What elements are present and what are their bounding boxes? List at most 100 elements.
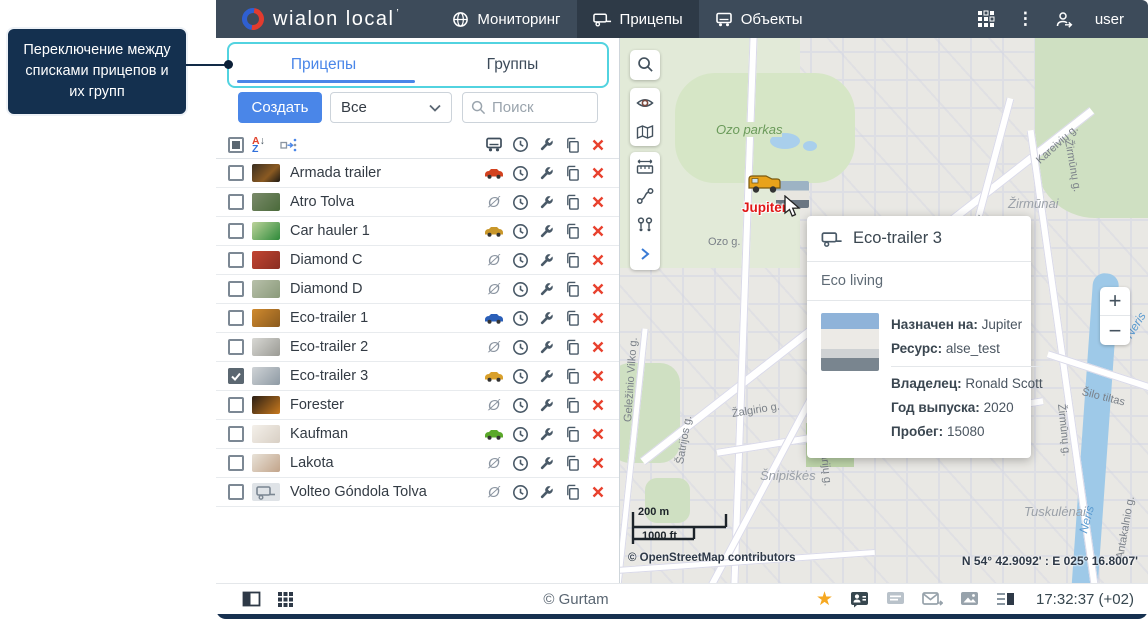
trailer-name[interactable]: Eco-trailer 1	[290, 310, 481, 326]
zoom-out-button[interactable]: −	[1100, 316, 1130, 345]
nav-units[interactable]: Объекты	[699, 0, 819, 38]
trailer-row[interactable]: Eco-trailer 3	[216, 362, 619, 391]
row-checkbox[interactable]	[228, 426, 244, 442]
delete-icon[interactable]	[585, 283, 611, 295]
column-properties-icon[interactable]	[533, 137, 559, 152]
properties-icon[interactable]	[533, 166, 559, 181]
copy-icon[interactable]	[559, 165, 585, 181]
map[interactable]: Ozo parkasOzo g.Kareivių g.Kareivių g.Ve…	[620, 38, 1148, 583]
copy-icon[interactable]	[559, 368, 585, 384]
row-checkbox[interactable]	[228, 484, 244, 500]
row-checkbox[interactable]	[228, 223, 244, 239]
visibility-eye-icon[interactable]	[630, 88, 660, 117]
wialon-logo[interactable]: wialon local ʼ	[216, 0, 422, 38]
properties-icon[interactable]	[533, 485, 559, 500]
row-checkbox[interactable]	[228, 194, 244, 210]
assigned-unit-icon[interactable]	[481, 369, 507, 383]
trailer-name[interactable]: Forester	[290, 397, 481, 413]
trailer-row[interactable]: Volteo Góndola Tolva Ø	[216, 478, 619, 507]
tab-groups[interactable]: Группы	[418, 44, 607, 86]
copy-icon[interactable]	[559, 455, 585, 471]
jupiter-marker-label[interactable]: Jupiter	[742, 200, 787, 215]
delete-icon[interactable]	[585, 428, 611, 440]
copy-icon[interactable]	[559, 397, 585, 413]
properties-icon[interactable]	[533, 311, 559, 326]
trailer-name[interactable]: Armada trailer	[290, 165, 481, 181]
apply-groups-icon[interactable]	[280, 137, 297, 153]
row-checkbox[interactable]	[228, 165, 244, 181]
trailer-name[interactable]: Volteo Góndola Tolva	[290, 484, 481, 500]
properties-icon[interactable]	[533, 427, 559, 442]
row-checkbox[interactable]	[228, 252, 244, 268]
username[interactable]: user	[1095, 11, 1124, 28]
nav-monitoring[interactable]: Мониторинг	[436, 0, 576, 38]
delete-icon[interactable]	[585, 370, 611, 382]
messages-icon[interactable]	[886, 591, 905, 607]
mail-icon[interactable]	[922, 591, 943, 607]
trailer-name[interactable]: Lakota	[290, 455, 481, 471]
properties-icon[interactable]	[533, 456, 559, 471]
row-checkbox[interactable]	[228, 368, 244, 384]
trailer-row[interactable]: Diamond C Ø	[216, 246, 619, 275]
gallery-icon[interactable]	[960, 591, 979, 607]
history-icon[interactable]	[507, 223, 533, 240]
copy-icon[interactable]	[559, 252, 585, 268]
trailer-row[interactable]: Car hauler 1	[216, 217, 619, 246]
trailer-name[interactable]: Eco-trailer 3	[290, 368, 481, 384]
ruler-icon[interactable]	[630, 152, 660, 181]
nav-trailers[interactable]: Прицепы	[576, 0, 699, 38]
trailer-name[interactable]: Atro Tolva	[290, 194, 481, 210]
no-unit-icon[interactable]: Ø	[481, 281, 507, 298]
assigned-unit-icon[interactable]	[481, 166, 507, 180]
trailer-row[interactable]: Diamond D Ø	[216, 275, 619, 304]
column-unit-icon[interactable]	[481, 137, 507, 152]
bottom-apps-grid-icon[interactable]	[277, 591, 294, 608]
history-icon[interactable]	[507, 194, 533, 211]
history-icon[interactable]	[507, 426, 533, 443]
copy-icon[interactable]	[559, 310, 585, 326]
row-checkbox[interactable]	[228, 455, 244, 471]
delete-icon[interactable]	[585, 167, 611, 179]
delete-icon[interactable]	[585, 457, 611, 469]
favorites-star-icon[interactable]: ★	[816, 590, 833, 609]
trailer-row[interactable]: Armada trailer	[216, 159, 619, 188]
create-button[interactable]: Создать	[238, 92, 322, 123]
apps-grid-icon[interactable]	[977, 10, 995, 28]
row-checkbox[interactable]	[228, 281, 244, 297]
trailer-row[interactable]: Eco-trailer 2 Ø	[216, 333, 619, 362]
geofence-points-icon[interactable]	[630, 210, 660, 239]
column-delete-icon[interactable]	[585, 139, 611, 151]
history-icon[interactable]	[507, 484, 533, 501]
map-search-icon[interactable]	[630, 50, 660, 79]
assigned-unit-icon[interactable]	[481, 427, 507, 441]
delete-icon[interactable]	[585, 225, 611, 237]
delete-icon[interactable]	[585, 341, 611, 353]
map-attribution[interactable]: © OpenStreetMap contributors	[628, 552, 796, 564]
no-unit-icon[interactable]: Ø	[481, 252, 507, 269]
sort-az-icon[interactable]: A↓ Z	[252, 135, 272, 154]
trailer-row[interactable]: Atro Tolva Ø	[216, 188, 619, 217]
properties-icon[interactable]	[533, 282, 559, 297]
map-layers-icon[interactable]	[630, 117, 660, 146]
copy-icon[interactable]	[559, 223, 585, 239]
copy-icon[interactable]	[559, 194, 585, 210]
jupiter-unit-icon[interactable]	[746, 171, 782, 196]
no-unit-icon[interactable]: Ø	[481, 194, 507, 211]
copy-icon[interactable]	[559, 339, 585, 355]
assigned-unit-icon[interactable]	[481, 311, 507, 325]
properties-icon[interactable]	[533, 398, 559, 413]
history-icon[interactable]	[507, 165, 533, 182]
copyright[interactable]: © Gurtam	[516, 591, 636, 608]
trailer-name[interactable]: Diamond D	[290, 281, 481, 297]
properties-icon[interactable]	[533, 195, 559, 210]
drivers-icon[interactable]	[850, 591, 869, 608]
history-icon[interactable]	[507, 397, 533, 414]
delete-icon[interactable]	[585, 399, 611, 411]
trailer-row[interactable]: Lakota Ø	[216, 449, 619, 478]
panel-toggle-icon[interactable]	[242, 591, 261, 607]
delete-icon[interactable]	[585, 312, 611, 324]
column-history-icon[interactable]	[507, 136, 533, 153]
properties-icon[interactable]	[533, 340, 559, 355]
trailer-row[interactable]: Eco-trailer 1	[216, 304, 619, 333]
delete-icon[interactable]	[585, 486, 611, 498]
